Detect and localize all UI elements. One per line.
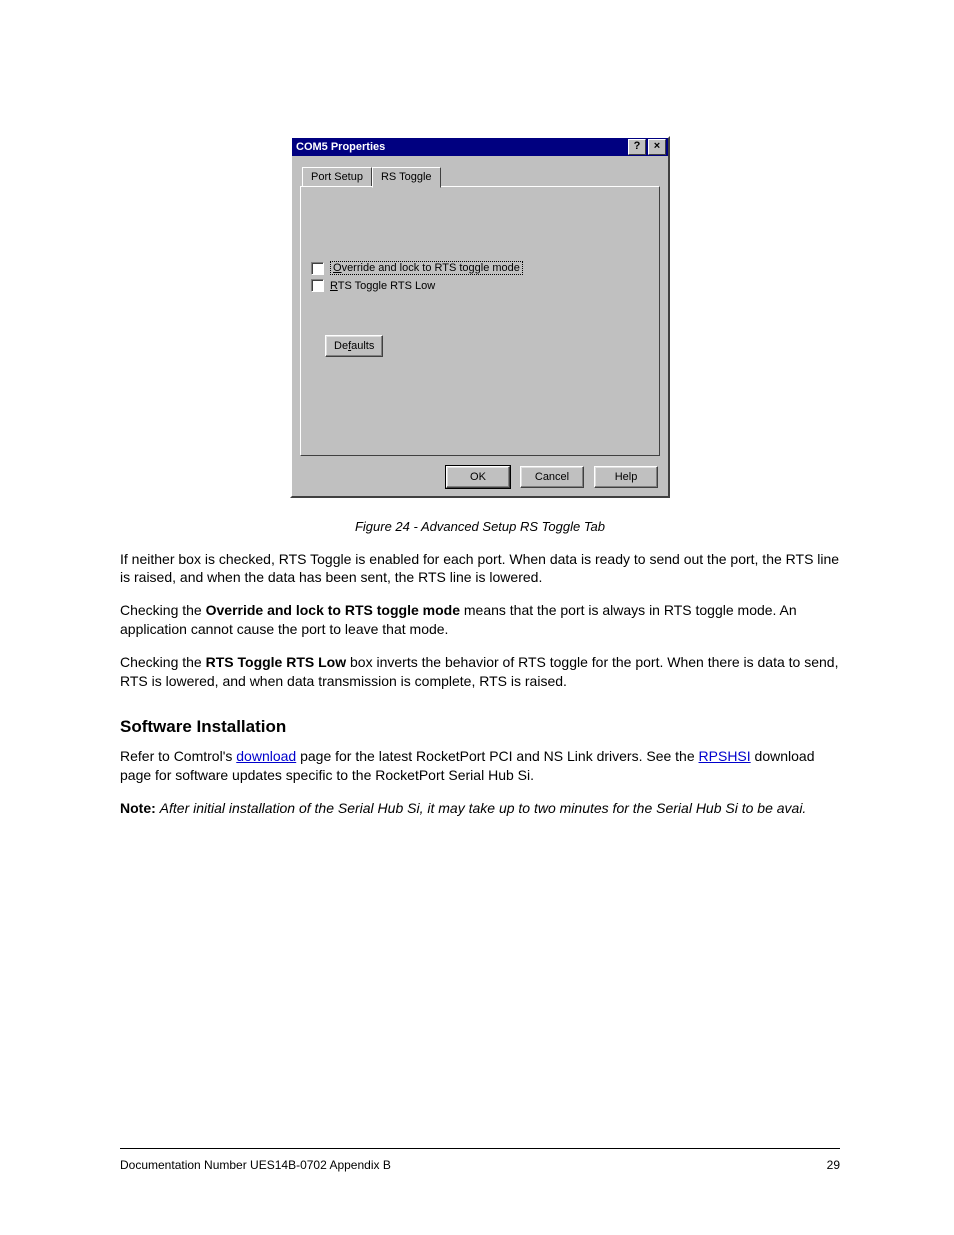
defaults-button[interactable]: Defaults [325,335,383,357]
paragraph-1: If neither box is checked, RTS Toggle is… [120,550,840,588]
footer-rule [120,1148,840,1149]
rs-toggle-description: RTS Toggle causes the port to raise RTS … [311,197,649,253]
override-lock-row[interactable]: Override and lock to RTS toggle mode [311,261,649,275]
paragraph-3: Checking the RTS Toggle RTS Low box inve… [120,653,840,691]
document-body: Figure 24 - Advanced Setup RS Toggle Tab… [120,518,840,832]
dialog-button-row: OK Cancel Help [446,466,658,488]
com5-properties-dialog: COM5 Properties ? × Port Setup RS Toggle… [290,136,670,498]
close-icon[interactable]: × [648,139,666,155]
help-button[interactable]: Help [594,466,658,488]
ok-button[interactable]: OK [446,466,510,488]
section-paragraph: Refer to Comtrol's download page for the… [120,747,840,785]
rs-toggle-panel: RTS Toggle causes the port to raise RTS … [300,186,660,456]
rts-toggle-low-checkbox[interactable] [311,279,324,292]
section-heading: Software Installation [120,717,840,737]
note-paragraph: Note: After initial installation of the … [120,799,840,818]
help-icon[interactable]: ? [628,139,646,155]
tab-rs-toggle[interactable]: RS Toggle [372,167,441,188]
override-lock-label: Override and lock to RTS toggle mode [330,261,523,275]
footer-page-number: 29 [827,1158,840,1172]
download-link[interactable]: download [236,748,296,764]
footer-left: Documentation Number UES14B-0702 Appendi… [120,1158,391,1172]
rts-toggle-low-label: RTS Toggle RTS Low [330,280,435,292]
tab-port-setup[interactable]: Port Setup [302,167,372,187]
title-bar: COM5 Properties ? × [292,138,668,156]
tab-strip: Port Setup RS Toggle [302,164,660,186]
override-lock-checkbox[interactable] [311,262,324,275]
rts-toggle-low-row[interactable]: RTS Toggle RTS Low When transmitting, ke… [311,279,649,292]
cancel-button[interactable]: Cancel [520,466,584,488]
figure-caption: Figure 24 - Advanced Setup RS Toggle Tab [120,518,840,536]
rpshsi-link[interactable]: RPSHSI [699,748,751,764]
paragraph-2: Checking the Override and lock to RTS to… [120,601,840,639]
rts-low-hint: When transmitting, keep RTS low. [445,280,610,292]
dialog-title: COM5 Properties [296,141,626,153]
